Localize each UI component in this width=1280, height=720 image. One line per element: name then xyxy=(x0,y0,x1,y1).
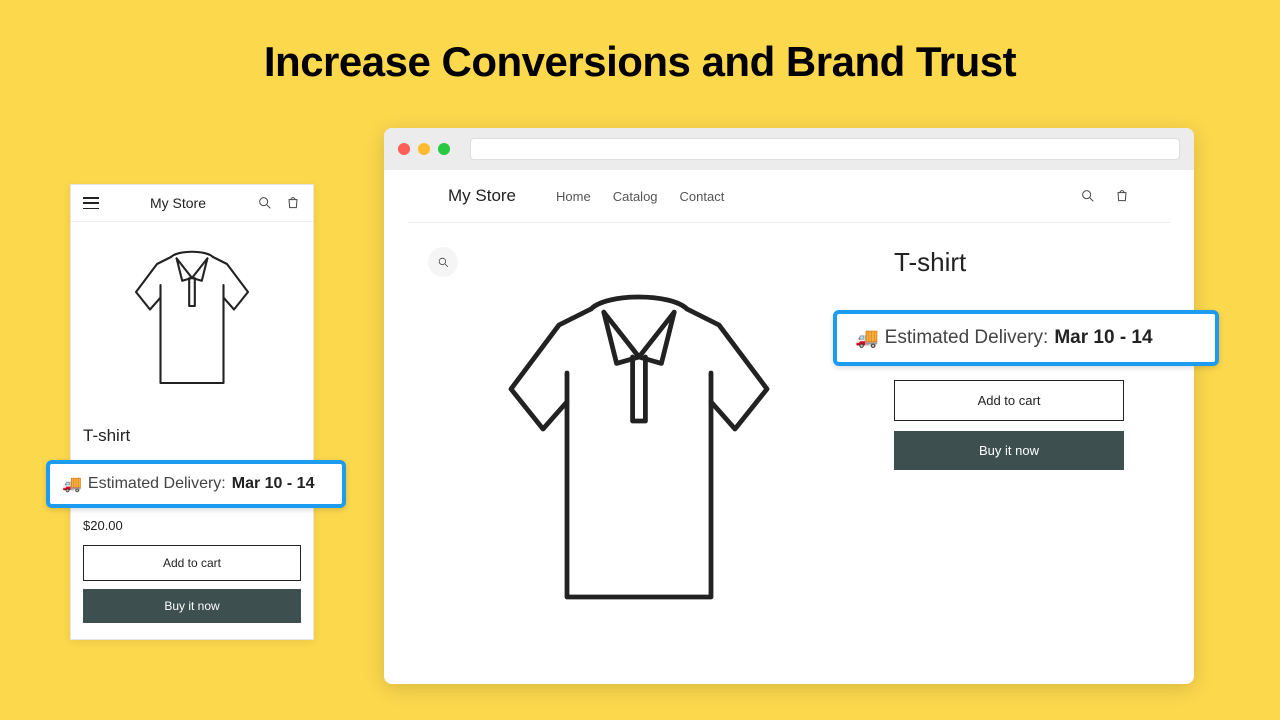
mobile-product-image xyxy=(71,222,313,422)
page-headline: Increase Conversions and Brand Trust xyxy=(0,0,1280,86)
delivery-label: Estimated Delivery: xyxy=(885,327,1049,349)
truck-icon: 🚚 xyxy=(855,326,879,350)
nav-contact[interactable]: Contact xyxy=(680,189,725,204)
desktop-store-name[interactable]: My Store xyxy=(448,186,516,206)
truck-icon: 🚚 xyxy=(62,474,82,494)
browser-chrome xyxy=(384,128,1194,170)
mobile-product-price: $20.00 xyxy=(83,518,301,533)
hamburger-icon[interactable] xyxy=(83,197,99,209)
search-icon[interactable] xyxy=(1080,188,1096,204)
mobile-delivery-callout: 🚚 Estimated Delivery: Mar 10 - 14 xyxy=(46,460,346,508)
window-close-dot[interactable] xyxy=(398,143,410,155)
window-minimize-dot[interactable] xyxy=(418,143,430,155)
mobile-header: My Store xyxy=(71,185,313,222)
delivery-range: Mar 10 - 14 xyxy=(232,475,315,493)
mobile-store-name: My Store xyxy=(150,195,206,211)
desktop-add-to-cart-button[interactable]: Add to cart xyxy=(894,380,1124,421)
cart-icon[interactable] xyxy=(285,195,301,211)
search-icon[interactable] xyxy=(257,195,273,211)
delivery-range: Mar 10 - 14 xyxy=(1054,327,1152,349)
mobile-product-title: T-shirt xyxy=(83,426,301,446)
nav-home[interactable]: Home xyxy=(556,189,591,204)
desktop-mockup: My Store Home Catalog Contact xyxy=(384,128,1194,684)
nav-catalog[interactable]: Catalog xyxy=(613,189,658,204)
zoom-icon[interactable] xyxy=(428,247,458,277)
window-maximize-dot[interactable] xyxy=(438,143,450,155)
desktop-buy-now-button[interactable]: Buy it now xyxy=(894,431,1124,470)
mobile-add-to-cart-button[interactable]: Add to cart xyxy=(83,545,301,581)
delivery-label: Estimated Delivery: xyxy=(88,475,226,493)
desktop-delivery-callout: 🚚 Estimated Delivery: Mar 10 - 14 xyxy=(833,310,1219,366)
cart-icon[interactable] xyxy=(1114,188,1130,204)
mobile-mockup: My Store T-shirt $20.00 Add to cart Buy … xyxy=(70,184,314,640)
mobile-buy-now-button[interactable]: Buy it now xyxy=(83,589,301,623)
desktop-product-image xyxy=(424,243,854,633)
site-header: My Store Home Catalog Contact xyxy=(408,170,1170,223)
desktop-product-title: T-shirt xyxy=(894,247,1154,278)
browser-url-bar[interactable] xyxy=(470,138,1180,160)
